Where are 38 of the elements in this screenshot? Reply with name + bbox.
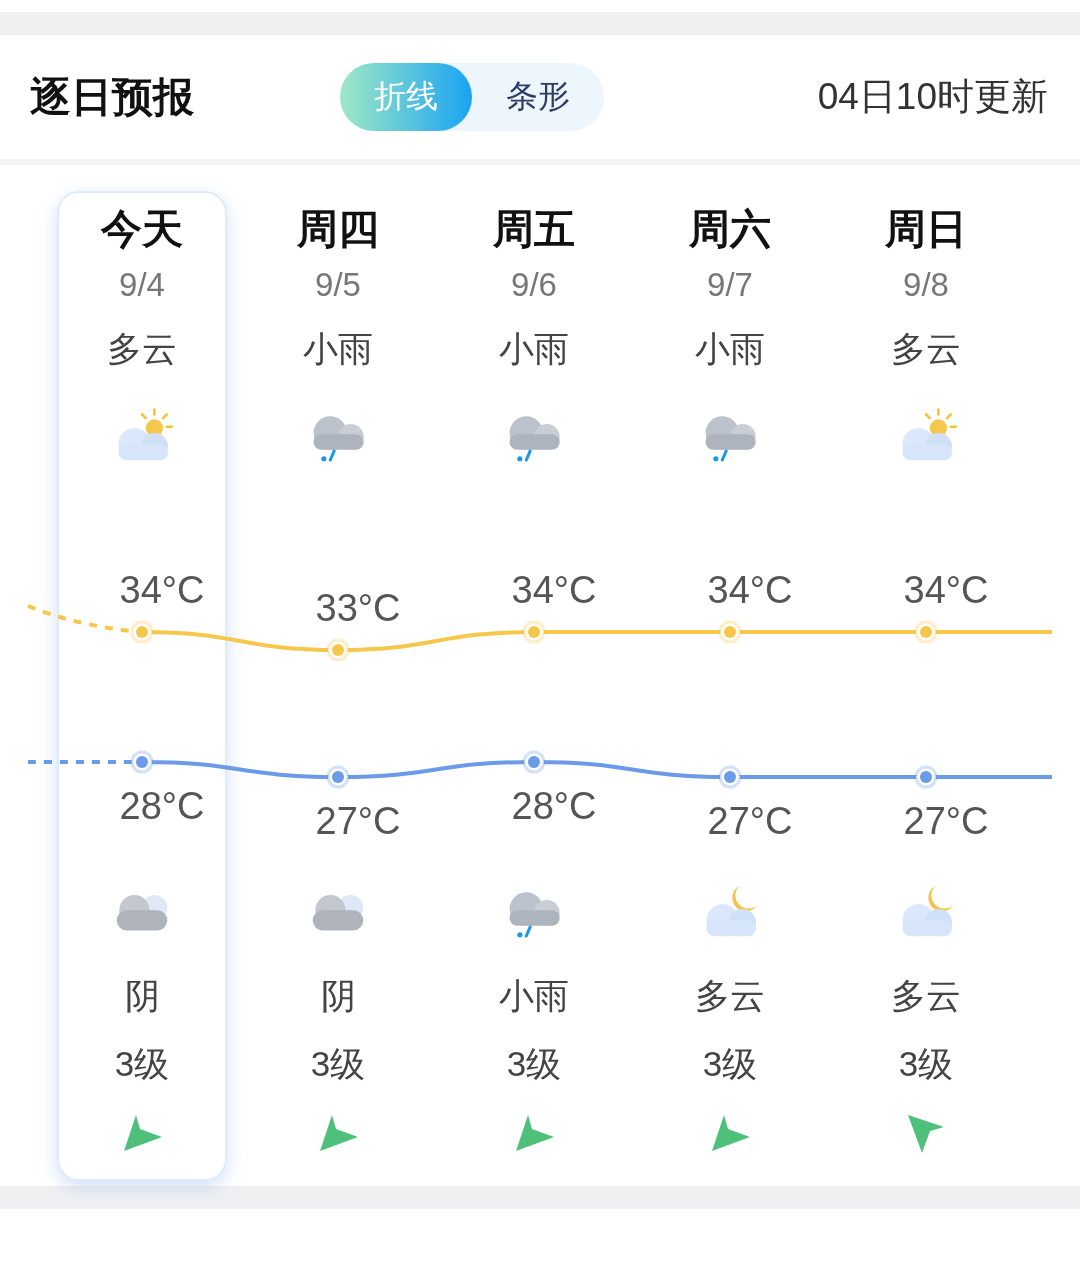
wind-level: 3级 [310, 1043, 366, 1085]
day-weather: 小雨 [695, 328, 765, 370]
night-weather: 阴 [124, 975, 160, 1017]
day-weather: 小雨 [499, 328, 569, 370]
wind-level: 3级 [702, 1043, 758, 1085]
day-date: 9/5 [315, 265, 361, 305]
day-name: 周日 [885, 205, 967, 254]
day-name: 周四 [297, 205, 379, 254]
night-weather: 多云 [695, 975, 765, 1017]
night-weather: 小雨 [499, 975, 569, 1017]
chart-type-tab[interactable]: 条形 [472, 63, 604, 131]
day-name: 周六 [689, 205, 771, 254]
high-temperature: 34°C [119, 570, 205, 610]
low-temperature: 28°C [511, 786, 597, 826]
day-name: 周五 [493, 205, 575, 254]
day-weather: 多云 [107, 328, 177, 370]
high-temperature: 34°C [707, 570, 793, 610]
day-date: 9/7 [707, 265, 753, 305]
update-time: 04日10时更新 [817, 75, 1048, 119]
section-title: 逐日预报 [30, 72, 195, 122]
low-temperature: 27°C [903, 801, 989, 841]
day-name: 今天 [101, 205, 183, 254]
day-weather: 小雨 [303, 328, 373, 370]
low-temperature: 27°C [315, 801, 401, 841]
low-temperature: 28°C [119, 786, 205, 826]
wind-level: 3级 [506, 1043, 562, 1085]
night-weather: 多云 [891, 975, 961, 1017]
high-temperature: 34°C [903, 570, 989, 610]
day-weather: 多云 [891, 328, 961, 370]
high-temperature: 34°C [511, 570, 597, 610]
day-date: 9/4 [119, 265, 165, 305]
high-temperature: 33°C [315, 588, 401, 628]
wind-level: 3级 [114, 1043, 170, 1085]
day-date: 9/6 [511, 265, 557, 305]
night-weather: 阴 [320, 975, 356, 1017]
low-temperature: 27°C [707, 801, 793, 841]
day-date: 9/8 [903, 265, 949, 305]
wind-level: 3级 [898, 1043, 954, 1085]
